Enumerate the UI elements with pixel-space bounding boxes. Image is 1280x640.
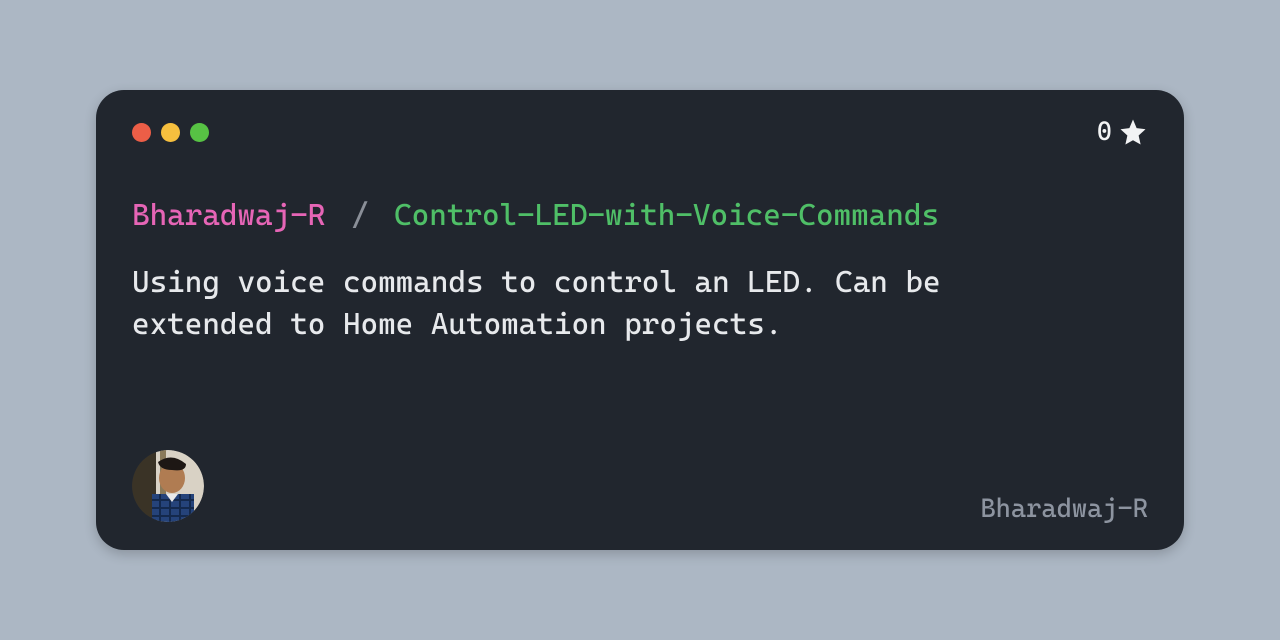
titlebar: 0 [132, 118, 1148, 146]
close-icon[interactable] [132, 123, 151, 142]
breadcrumb-separator: / [343, 198, 377, 233]
repo-card: 0 Bharadwaj-R / Control-LED-with-Voice-C… [96, 90, 1184, 550]
maximize-icon[interactable] [190, 123, 209, 142]
star-count-value: 0 [1097, 117, 1112, 147]
star-count[interactable]: 0 [1097, 117, 1148, 147]
repo-breadcrumb: Bharadwaj-R / Control-LED-with-Voice-Com… [132, 198, 1148, 234]
traffic-lights [132, 123, 209, 142]
star-icon [1118, 117, 1148, 147]
minimize-icon[interactable] [161, 123, 180, 142]
footer-owner-name: Bharadwaj-R [980, 494, 1148, 524]
repo-description: Using voice commands to control an LED. … [132, 262, 1052, 346]
avatar[interactable] [132, 450, 204, 522]
owner-link[interactable]: Bharadwaj-R [132, 198, 325, 233]
repo-link[interactable]: Control-LED-with-Voice-Commands [394, 198, 939, 233]
avatar-image [132, 450, 204, 522]
